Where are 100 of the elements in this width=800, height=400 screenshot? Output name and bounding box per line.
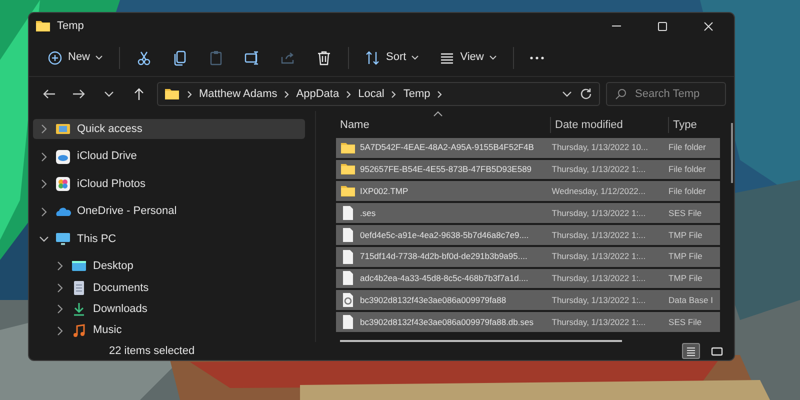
date-cell-text: Thursday, 1/13/2022 1:... <box>550 294 647 307</box>
photos-icon <box>55 176 71 192</box>
file-name: 715df14d-7738-4d2b-bf0d-de291b3b9a95.... <box>360 250 528 264</box>
share-icon <box>280 50 296 66</box>
maximize-icon <box>658 22 666 30</box>
file-row[interactable]: adc4b2ea-4a33-45d8-8c5c-468b7b3f7a1d.... Thursday, 1/13/2022 1:... TMP File <box>336 268 720 288</box>
sidebar-item[interactable]: Documents <box>33 278 305 298</box>
folder-icon <box>340 183 356 200</box>
sidebar-item[interactable]: This PC <box>33 228 305 250</box>
view-button[interactable]: View <box>431 44 505 72</box>
details-view-button[interactable] <box>682 343 700 359</box>
music-note-icon <box>71 322 87 339</box>
file-row[interactable]: 0efd4e5c-a91e-4ea2-9638-5b7d46a8c7e9.... Thursday, 1/13/2022 1:... TMP File <box>336 224 720 245</box>
sidebar-item[interactable]: Desktop <box>33 256 305 277</box>
sidebar-item[interactable]: iCloud Drive <box>33 146 305 167</box>
date-cell-text: Thursday, 1/13/2022 1:... <box>550 206 647 220</box>
caret-icon <box>488 54 497 61</box>
type-cell-text: TMP File <box>668 272 704 285</box>
trash-icon <box>316 50 332 66</box>
collapsed-chevron-icon <box>39 124 49 134</box>
file-row[interactable]: IXP002.TMP Wednesday, 1/12/2022... File folder <box>336 181 720 202</box>
cloud-icon <box>55 148 71 165</box>
collapsed-chevron-icon <box>55 326 65 336</box>
sidebar-item[interactable]: OneDrive - Personal <box>33 201 305 222</box>
search-field[interactable]: Search Temp <box>606 82 726 106</box>
chevron-icon <box>436 90 444 98</box>
type-cell-text: SES File <box>668 206 703 220</box>
column-header[interactable]: Type <box>668 116 724 134</box>
breadcrumb[interactable]: AppData <box>296 86 340 102</box>
file-name: 952657FE-B54E-4E55-873B-47FB5D93E589 <box>360 163 532 176</box>
file-name: adc4b2ea-4a33-45d8-8c5c-468b7b3f7a1d.... <box>360 272 528 285</box>
new-button[interactable]: New <box>39 44 112 72</box>
chevron-icon <box>390 90 398 98</box>
sidebar-item[interactable]: iCloud Photos <box>33 174 305 194</box>
file-row[interactable]: bc3902d8132f43e3ae086a009979fa88.db.ses Thursday, 1/13/2022 1:... SES File <box>336 312 720 332</box>
file-icon <box>340 314 356 330</box>
file-row[interactable]: .ses Thursday, 1/13/2022 1:... SES File <box>336 203 720 223</box>
chevron-icon <box>345 90 352 98</box>
chevron-icon <box>283 90 290 98</box>
date-cell-text: Wednesday, 1/12/2022... <box>550 184 646 198</box>
details-view-icon <box>684 344 698 358</box>
date-cell-text: Thursday, 1/13/2022 1:... <box>550 228 647 242</box>
close-icon <box>704 22 712 30</box>
type-cell-text: File folder <box>668 141 707 154</box>
collapsed-chevron-icon <box>39 206 49 217</box>
column-header[interactable]: Name <box>336 116 550 134</box>
add-icon <box>47 50 63 66</box>
chevron-icon <box>186 90 193 98</box>
file-name: IXP002.TMP <box>360 184 408 198</box>
date-cell-text: Thursday, 1/13/2022 1:... <box>550 316 647 328</box>
horizontal-scrollbar[interactable] <box>340 340 622 342</box>
file-name: 0efd4e5c-a91e-4ea2-9638-5b7d46a8c7e9.... <box>360 228 529 242</box>
more-icon <box>530 56 544 60</box>
refresh-icon[interactable] <box>579 87 593 101</box>
file-row[interactable]: 952657FE-B54E-4E55-873B-47FB5D93E589 Thursday, 1/13/2022 1:... File folder <box>336 160 720 180</box>
sort-button[interactable]: Sort <box>357 44 428 72</box>
sidebar-item[interactable]: Music <box>33 320 305 341</box>
sidebar-item[interactable]: Downloads <box>33 299 305 320</box>
breadcrumb[interactable]: Temp <box>403 86 430 102</box>
clipboard-icon <box>208 50 224 66</box>
copy-icon <box>172 50 188 66</box>
monitor-icon <box>55 230 71 247</box>
rename-icon <box>244 50 260 66</box>
column-header[interactable]: Date modified <box>550 116 668 134</box>
download-icon <box>71 301 87 318</box>
database-file-icon <box>340 292 356 308</box>
type-cell-text: Data Base I <box>668 294 714 307</box>
file-icon <box>340 270 356 286</box>
sidebar-item[interactable]: Quick access <box>33 119 305 140</box>
vertical-scrollbar[interactable] <box>731 123 733 183</box>
caret-icon <box>411 54 420 61</box>
cut-icon <box>136 50 152 66</box>
folder-icon <box>35 18 51 34</box>
address-bar[interactable]: Matthew Adams AppData Local Temp <box>157 82 600 106</box>
date-cell-text: Thursday, 1/13/2022 1:... <box>550 163 647 176</box>
file-name: .ses <box>360 206 376 220</box>
date-cell-text: Thursday, 1/13/2022 1:... <box>550 272 647 285</box>
collapsed-chevron-icon <box>55 261 65 272</box>
file-name: 5A7D542F-4EAE-48A2-A95A-9155B4F52F4B <box>360 141 534 154</box>
file-row[interactable]: bc3902d8132f43e3ae086a009979fa88 Thursday, 1/13/2022 1:... Data Base I <box>336 290 720 310</box>
collapsed-chevron-icon <box>39 152 49 162</box>
breadcrumb[interactable]: Local <box>358 86 384 102</box>
caret-icon <box>95 54 104 61</box>
file-row[interactable]: 715df14d-7738-4d2b-bf0d-de291b3b9a95.... Thursday, 1/13/2022 1:... TMP File <box>336 246 720 267</box>
status-text: 22 items selected <box>109 344 195 359</box>
window-title: Temp <box>57 18 84 34</box>
file-name: bc3902d8132f43e3ae086a009979fa88 <box>360 294 506 307</box>
breadcrumb[interactable]: Matthew Adams <box>199 86 278 102</box>
sort-icon <box>365 50 382 66</box>
type-cell-text: TMP File <box>668 250 704 264</box>
file-name: bc3902d8132f43e3ae086a009979fa88.db.ses <box>360 316 534 328</box>
document-icon <box>71 280 87 296</box>
collapsed-chevron-icon <box>55 304 65 314</box>
collapsed-chevron-icon <box>39 179 49 190</box>
type-cell-text: SES File <box>668 316 703 328</box>
file-row[interactable]: 5A7D542F-4EAE-48A2-A95A-9155B4F52F4B Thursday, 1/13/2022 10... File folder <box>336 138 720 158</box>
type-cell-text: TMP File <box>668 228 704 242</box>
tiles-view-icon <box>710 344 724 358</box>
folder-icon <box>340 161 356 178</box>
file-icon <box>340 226 356 243</box>
